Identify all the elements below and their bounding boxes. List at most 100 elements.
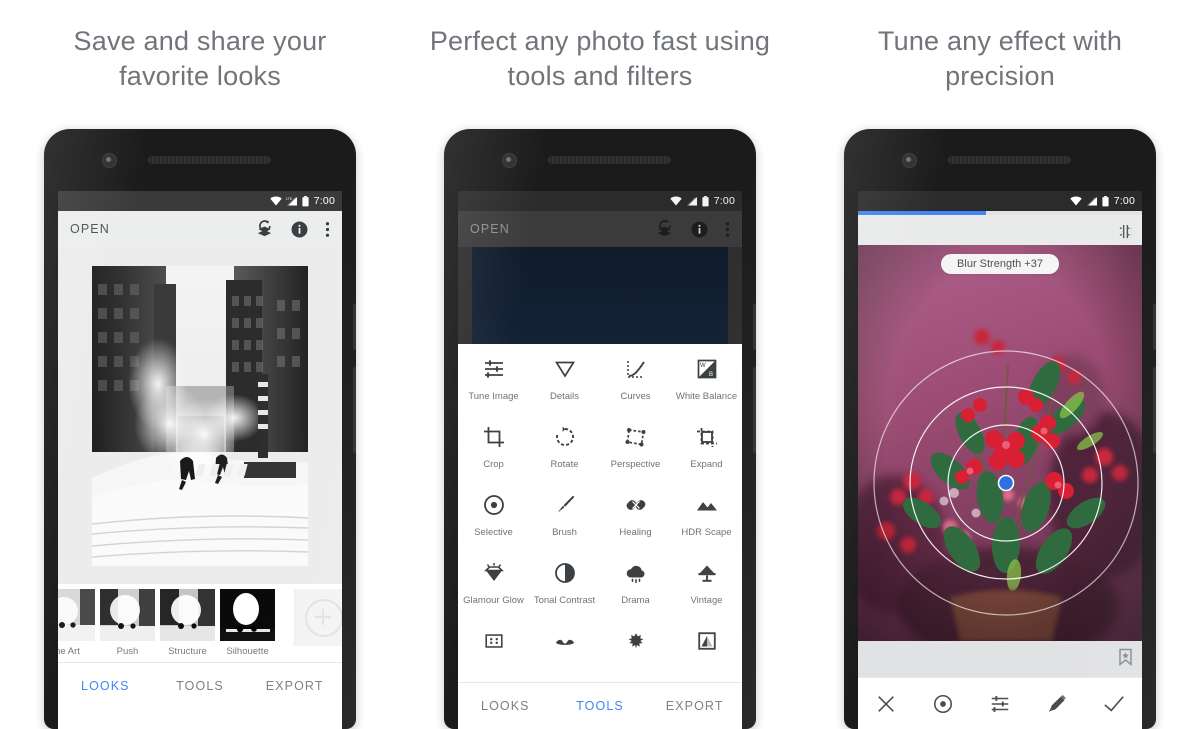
stack-brush-icon[interactable] — [1028, 693, 1085, 715]
front-camera-icon — [102, 153, 117, 168]
look-label: Structure — [168, 646, 207, 657]
tune-image-icon — [482, 354, 506, 384]
perspective-icon — [624, 422, 648, 452]
tool-white-balance[interactable]: W B White Balance — [671, 354, 742, 422]
white-balance-icon: W B — [695, 354, 719, 384]
tab-export[interactable]: EXPORT — [247, 679, 342, 693]
signal-icon — [686, 196, 698, 206]
tools-grid: Tune Image Details Curves W B White Bala… — [458, 344, 742, 682]
add-look-icon[interactable] — [294, 589, 342, 646]
tool-tonal-contrast[interactable]: Tonal Contrast — [529, 558, 600, 626]
drama-icon — [624, 558, 648, 588]
tab-looks[interactable]: LOOKS — [458, 699, 553, 713]
tool-label: Glamour Glow — [463, 595, 524, 606]
android-status-bar: 7:00 — [858, 191, 1142, 211]
app-bar-2: OPEN — [458, 211, 742, 247]
tool-vintage[interactable]: Vintage — [671, 558, 742, 626]
brush-icon — [553, 490, 577, 520]
tab-export[interactable]: EXPORT — [647, 699, 742, 713]
open-button[interactable]: OPEN — [70, 222, 110, 236]
tool-label: Crop — [483, 459, 504, 470]
grainy-film-icon — [483, 626, 505, 656]
control-point-icon[interactable] — [915, 693, 972, 715]
android-status-bar: LTE 7:00 — [58, 191, 342, 211]
phone-mockup-1: LTE 7:00 OPEN e Art Push Structure Silho… — [44, 129, 356, 729]
tool-perspective[interactable]: Perspective — [600, 422, 671, 490]
close-icon[interactable] — [858, 694, 915, 714]
grunge-icon — [625, 626, 647, 656]
power-button[interactable] — [353, 304, 356, 350]
bookmark-icon[interactable] — [1118, 648, 1133, 666]
panel-looks: Save and share your favorite looks LTE 7… — [0, 0, 400, 729]
volume-button[interactable] — [753, 367, 756, 453]
retrolux-icon — [554, 626, 576, 656]
power-button[interactable] — [753, 304, 756, 350]
phone-screen-2: 7:00 OPEN Tune Image Details Curves W B … — [458, 191, 742, 729]
tool-hdr-scape[interactable]: HDR Scape — [671, 490, 742, 558]
look-item[interactable]: Silhouette — [220, 589, 275, 657]
tool-retrolux[interactable] — [529, 626, 600, 682]
tool-expand[interactable]: Expand — [671, 422, 742, 490]
tool-label: Rotate — [550, 459, 579, 470]
info-icon[interactable] — [690, 220, 709, 239]
tools-sheet: Tune Image Details Curves W B White Bala… — [458, 344, 742, 729]
tool-grunge[interactable] — [600, 626, 671, 682]
tool-selective[interactable]: Selective — [458, 490, 529, 558]
tool-label: Healing — [619, 527, 652, 538]
panel-heading-1: Save and share your favorite looks — [73, 26, 327, 91]
tool-glamour-glow[interactable]: Glamour Glow — [458, 558, 529, 626]
volume-button[interactable] — [353, 367, 356, 453]
tool-brush[interactable]: Brush — [529, 490, 600, 558]
bottom-tabs-1: LOOKS TOOLS EXPORT — [58, 662, 342, 709]
status-time: 7:00 — [1113, 195, 1135, 207]
info-icon[interactable] — [290, 220, 309, 239]
tool-details[interactable]: Details — [529, 354, 600, 422]
tab-tools[interactable]: TOOLS — [553, 699, 648, 713]
tool-healing[interactable]: Healing — [600, 490, 671, 558]
tool-crop[interactable]: Crop — [458, 422, 529, 490]
lens-blur-canvas[interactable]: Blur Strength +37 — [858, 245, 1142, 641]
tool-label: Tonal Contrast — [533, 595, 596, 606]
phone-screen-3: 7:00 Blur Strength +37 — [858, 191, 1142, 729]
check-icon[interactable] — [1085, 694, 1142, 714]
volume-button[interactable] — [1153, 367, 1156, 453]
look-thumbnail — [100, 589, 155, 641]
look-item[interactable]: Push — [100, 589, 155, 657]
tool-label: Expand — [690, 459, 723, 470]
tool-tune-image[interactable]: Tune Image — [458, 354, 529, 422]
power-button[interactable] — [1153, 304, 1156, 350]
look-item[interactable]: ne Art — [58, 589, 95, 657]
tab-tools[interactable]: TOOLS — [153, 679, 248, 693]
undo-stack-icon[interactable] — [655, 219, 674, 239]
tab-looks[interactable]: LOOKS — [58, 679, 153, 693]
overflow-menu-icon[interactable] — [325, 220, 330, 239]
overflow-menu-icon[interactable] — [725, 220, 730, 239]
glamour-glow-icon — [482, 558, 506, 588]
frames-icon — [696, 626, 718, 656]
undo-stack-icon[interactable] — [255, 219, 274, 239]
adjust-sliders-icon[interactable] — [972, 693, 1029, 715]
look-thumbnail — [220, 589, 275, 641]
selective-icon — [482, 490, 506, 520]
tool-frames[interactable] — [671, 626, 742, 682]
look-item[interactable]: Structure — [160, 589, 215, 657]
looks-filmstrip[interactable]: ne Art Push Structure — [58, 584, 342, 662]
tool-label: White Balance — [675, 391, 738, 402]
tool-rotate[interactable]: Rotate — [529, 422, 600, 490]
look-thumbnail — [160, 589, 215, 641]
tool-curves[interactable]: Curves — [600, 354, 671, 422]
look-label: Silhouette — [226, 646, 269, 657]
open-button[interactable]: OPEN — [470, 222, 510, 236]
tool-grainy-film[interactable] — [458, 626, 529, 682]
compare-icon[interactable] — [1117, 224, 1134, 239]
earpiece-speaker — [148, 156, 271, 164]
tool-label: Drama — [621, 595, 650, 606]
app-bar-1: OPEN — [58, 211, 342, 247]
tool-label: Curves — [620, 391, 651, 402]
earpiece-speaker — [548, 156, 671, 164]
tool-drama[interactable]: Drama — [600, 558, 671, 626]
look-label: ne Art — [58, 646, 80, 657]
wifi-icon — [270, 196, 282, 206]
status-time: 7:00 — [713, 195, 735, 207]
photo-canvas-1[interactable] — [58, 247, 342, 584]
